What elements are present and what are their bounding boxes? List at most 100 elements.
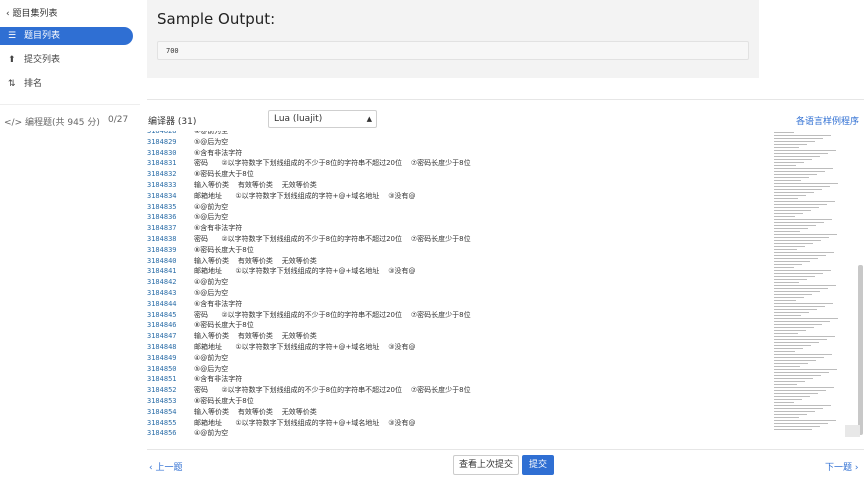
- code-editor[interactable]: 3184828 ④@前为空 3184829 ⑤@后为空 3184830 ⑥含有非法字符 31…: [147, 131, 860, 436]
- minimap-line: [774, 165, 796, 166]
- minimap-line: [774, 429, 812, 430]
- view-last-submission-button[interactable]: 查看上次提交: [453, 455, 519, 475]
- line-number: 3184835: [147, 202, 177, 211]
- code-line[interactable]: 3184851 ⑥含有非法字符: [147, 374, 242, 385]
- sidebar-item-ranking[interactable]: ⇅ 排名: [6, 75, 133, 93]
- line-number: 3184841: [147, 267, 177, 276]
- line-number: 3184840: [147, 256, 177, 265]
- sidebar-item-problem-list[interactable]: ☰ 题目列表: [0, 27, 133, 45]
- back-label: 题目集列表: [12, 9, 58, 19]
- minimap-line: [774, 252, 834, 253]
- code-line[interactable]: 3184846 ⑧密码长度大于8位: [147, 320, 254, 331]
- code-line[interactable]: 3184848 邮箱地址 ①以字符数字下划线组成的字符+@+域名地址 ③没有@: [147, 342, 416, 353]
- code-text: 输入等价类 有效等价类 无效等价类: [194, 332, 317, 341]
- programming-section[interactable]: </> 编程题(共 945 分): [4, 115, 100, 128]
- minimap-line: [774, 222, 824, 223]
- code-text: 密码 ②以字符数字下划线组成的不少于8位的字符串不超过20位 ⑦密码长度少于8位: [194, 159, 471, 168]
- code-line[interactable]: 3184830 ⑥含有非法字符: [147, 148, 242, 159]
- minimap-line: [774, 228, 808, 229]
- minimap-line: [774, 351, 795, 352]
- code-line[interactable]: 3184845 密码 ②以字符数字下划线组成的不少于8位的字符串不超过20位 ⑦密…: [147, 310, 471, 321]
- minimap-line: [774, 315, 801, 316]
- minimap-line: [774, 285, 836, 286]
- code-text: 密码 ②以字符数字下划线组成的不少于8位的字符串不超过20位 ⑦密码长度少于8位: [194, 386, 471, 395]
- sidebar-item-label: 题目列表: [24, 31, 61, 41]
- code-line[interactable]: 3184852 密码 ②以字符数字下划线组成的不少于8位的字符串不超过20位 ⑦密…: [147, 385, 471, 396]
- code-line[interactable]: 3184847 输入等价类 有效等价类 无效等价类: [147, 331, 317, 342]
- minimap-line: [774, 360, 816, 361]
- minimap-line: [774, 378, 813, 379]
- code-line[interactable]: 3184839 ⑧密码长度大于8位: [147, 245, 254, 256]
- line-number: 3184852: [147, 386, 177, 395]
- code-text: 邮箱地址 ①以字符数字下划线组成的字符+@+域名地址 ③没有@: [194, 191, 416, 200]
- minimap-line: [774, 261, 810, 262]
- divider: [147, 99, 864, 100]
- code-text: ④@前为空: [194, 202, 229, 211]
- code-line[interactable]: 3184840 输入等价类 有效等价类 无效等价类: [147, 256, 317, 267]
- code-line[interactable]: 3184829 ⑤@后为空: [147, 137, 228, 148]
- minimap-line: [774, 384, 797, 385]
- minimap-line: [774, 381, 805, 382]
- minimap-line: [774, 408, 823, 409]
- minimap-line: [774, 156, 820, 157]
- code-line[interactable]: 3184835 ④@前为空: [147, 202, 228, 213]
- sidebar-item-label: 排名: [24, 79, 43, 89]
- code-icon: </>: [4, 118, 25, 128]
- code-line[interactable]: 3184842 ④@前为空: [147, 277, 228, 288]
- minimap-line: [774, 402, 794, 403]
- minimap-line: [774, 324, 822, 325]
- minimap-line: [774, 186, 830, 187]
- editor-minimap[interactable]: [774, 132, 844, 436]
- code-line[interactable]: 3184853 ⑧密码长度大于8位: [147, 396, 254, 407]
- next-label: 下一题: [825, 463, 853, 473]
- code-line[interactable]: 3184855 邮箱地址 ①以字符数字下划线组成的字符+@+域名地址 ③没有@: [147, 418, 416, 429]
- code-line[interactable]: 3184854 输入等价类 有效等价类 无效等价类: [147, 407, 317, 418]
- code-line[interactable]: 3184849 ④@前为空: [147, 353, 228, 364]
- code-text: ⑧密码长度大于8位: [194, 245, 254, 254]
- code-line[interactable]: 3184856 ④@前为空: [147, 428, 228, 436]
- upload-icon: ⬆: [8, 55, 16, 65]
- minimap-line: [774, 282, 799, 283]
- line-number: 3184845: [147, 310, 177, 319]
- code-text: ④@前为空: [194, 278, 229, 287]
- code-line[interactable]: 3184833 输入等价类 有效等价类 无效等价类: [147, 180, 317, 191]
- code-line[interactable]: 3184832 ⑧密码长度大于8位: [147, 169, 254, 180]
- minimap-line: [774, 411, 815, 412]
- back-to-problem-sets-link[interactable]: ‹ 题目集列表: [6, 6, 57, 19]
- minimap-line: [774, 201, 835, 202]
- minimap-line: [774, 276, 815, 277]
- code-line[interactable]: 3184836 ⑤@后为空: [147, 212, 228, 223]
- code-line[interactable]: 3184844 ⑥含有非法字符: [147, 299, 242, 310]
- code-line[interactable]: 3184837 ⑥含有非法字符: [147, 223, 242, 234]
- code-line[interactable]: 3184831 密码 ②以字符数字下划线组成的不少于8位的字符串不超过20位 ⑦密…: [147, 158, 471, 169]
- minimap-line: [774, 309, 817, 310]
- previous-problem-link[interactable]: ‹ 上一题: [149, 460, 182, 473]
- minimap-line: [774, 294, 812, 295]
- chevron-right-icon: ›: [852, 463, 859, 473]
- line-number: 3184831: [147, 159, 177, 168]
- minimap-line: [774, 210, 811, 211]
- language-samples-link[interactable]: 各语言样例程序: [796, 114, 859, 127]
- minimap-line: [774, 357, 824, 358]
- minimap-line: [774, 234, 837, 235]
- minimap-line: [774, 426, 820, 427]
- submit-button[interactable]: 提交: [522, 455, 554, 475]
- minimap-line: [774, 183, 838, 184]
- minimap-line: [774, 198, 798, 199]
- section-progress-count: 0/27: [108, 115, 129, 125]
- next-problem-link[interactable]: 下一题 ›: [825, 460, 858, 473]
- scroll-corner: [845, 425, 860, 437]
- code-line[interactable]: 3184850 ⑤@后为空: [147, 364, 228, 375]
- line-number: 3184848: [147, 343, 177, 351]
- code-line[interactable]: 3184843 ⑤@后为空: [147, 288, 228, 299]
- sidebar-divider: [0, 104, 140, 105]
- code-line[interactable]: 3184838 密码 ②以字符数字下划线组成的不少于8位的字符串不超过20位 ⑦密…: [147, 234, 471, 245]
- sidebar-item-submissions[interactable]: ⬆ 提交列表: [6, 51, 133, 69]
- editor-scrollbar[interactable]: [858, 265, 863, 435]
- language-select[interactable]: Lua (luajit) ▲: [268, 110, 377, 128]
- code-line[interactable]: 3184841 邮箱地址 ①以字符数字下划线组成的字符+@+域名地址 ③没有@: [147, 266, 416, 277]
- line-number: 3184839: [147, 245, 177, 254]
- divider: [147, 449, 864, 450]
- code-line[interactable]: 3184834 邮箱地址 ①以字符数字下划线组成的字符+@+域名地址 ③没有@: [147, 191, 416, 202]
- code-text: 输入等价类 有效等价类 无效等价类: [194, 407, 317, 416]
